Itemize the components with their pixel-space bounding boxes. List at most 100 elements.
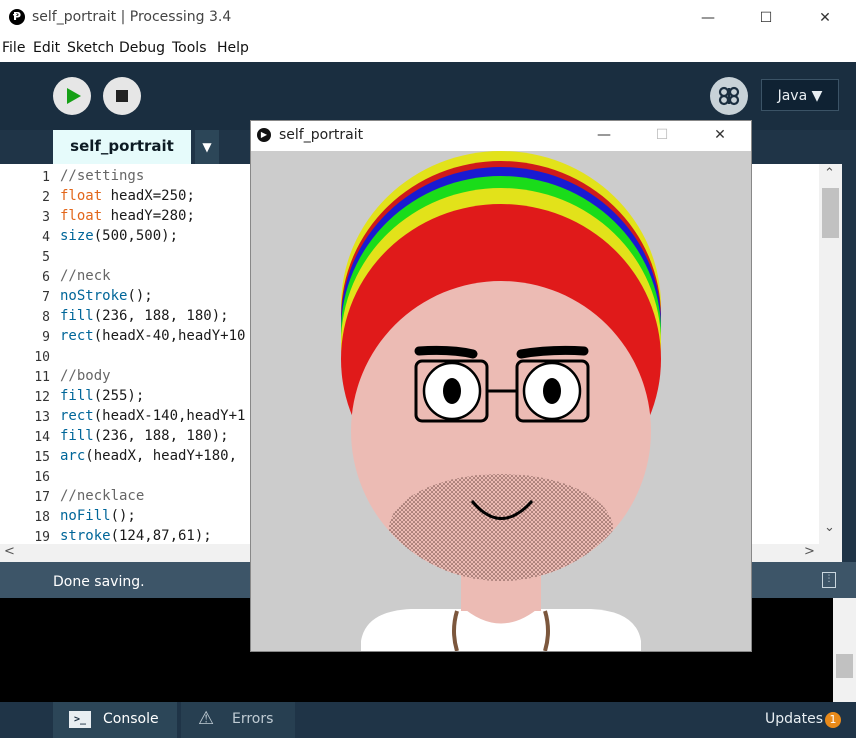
sketch-canvas[interactable]	[251, 151, 751, 651]
tab-self-portrait[interactable]: self_portrait	[53, 130, 191, 164]
code-token: //settings	[60, 168, 145, 184]
code-token: rect	[60, 328, 94, 344]
code-line[interactable]: //necklace	[60, 488, 144, 504]
line-number: 8	[42, 310, 50, 325]
code-token: arc	[60, 448, 86, 464]
code-token: (124,87,61);	[110, 528, 212, 544]
code-token: noFill	[60, 508, 111, 524]
line-number: 16	[34, 470, 50, 485]
code-token: (236, 188, 180);	[93, 428, 229, 444]
menu-sketch[interactable]: Sketch	[67, 40, 114, 56]
code-token: (500,500);	[93, 228, 179, 244]
line-number: 4	[42, 230, 50, 245]
line-number: 3	[42, 210, 50, 225]
code-line[interactable]: fill(236, 188, 180);	[60, 308, 229, 324]
line-number: 10	[34, 350, 50, 365]
code-line[interactable]: rect(headX-40,headY+10	[60, 328, 245, 344]
run-button[interactable]	[53, 77, 91, 115]
scroll-left-arrow[interactable]: <	[4, 544, 15, 559]
code-token: headX=250;	[102, 188, 195, 204]
maximize-button[interactable]: ☐	[737, 0, 795, 36]
editor-scroll-thumb[interactable]	[822, 188, 839, 238]
code-line[interactable]: noStroke();	[60, 288, 153, 304]
line-number: 9	[42, 330, 50, 345]
code-token: size	[60, 228, 94, 244]
clipboard-icon[interactable]: ⋮	[822, 572, 836, 588]
code-token: (255);	[93, 388, 145, 404]
line-number: 7	[42, 290, 50, 305]
code-line[interactable]: //body	[60, 368, 111, 384]
line-number-gutter: 1 2 3 4 5 6 7 8 9 10 11 12 13 14 15 16 17 18 19	[0, 164, 54, 545]
code-line[interactable]: rect(headX-140,headY+1	[60, 408, 245, 424]
butterfly-icon	[718, 86, 740, 106]
line-number: 15	[34, 450, 50, 465]
line-number: 2	[42, 190, 50, 205]
code-token: stroke	[60, 528, 111, 544]
terminal-icon: >_	[69, 711, 91, 728]
updates-link[interactable]: Updates	[765, 711, 823, 727]
scroll-down-arrow[interactable]: ⌄	[824, 520, 835, 535]
left-eyebrow	[414, 345, 478, 359]
sketch-play-icon: ▶	[257, 128, 271, 142]
code-token: rect	[60, 408, 94, 424]
tab-console[interactable]: >_ Console	[53, 702, 177, 738]
close-button[interactable]: ✕	[796, 0, 854, 36]
processing-logo-icon: Ᵽ	[9, 9, 25, 25]
stop-button[interactable]	[103, 77, 141, 115]
line-number: 12	[34, 390, 50, 405]
warning-icon: ⚠	[198, 708, 215, 729]
stop-icon	[116, 90, 128, 102]
menu-help[interactable]: Help	[217, 40, 249, 56]
line-number: 5	[42, 250, 50, 265]
code-line[interactable]: noFill();	[60, 508, 136, 524]
code-token: ();	[110, 508, 136, 524]
code-line[interactable]: float headX=250;	[60, 188, 195, 204]
sketch-close-button[interactable]: ✕	[692, 120, 748, 150]
scroll-right-arrow[interactable]: >	[804, 544, 815, 559]
code-line[interactable]: size(500,500);	[60, 228, 178, 244]
sketch-maximize-button[interactable]: ☐	[634, 120, 690, 150]
code-token: //necklace	[60, 488, 145, 504]
code-token: (headX-140,headY+1	[93, 408, 246, 424]
line-number: 17	[34, 490, 50, 505]
mode-selector[interactable]: Java ▼	[761, 79, 839, 111]
sketch-minimize-button[interactable]: —	[576, 120, 632, 150]
line-number: 19	[34, 530, 50, 545]
code-line[interactable]: fill(255);	[60, 388, 144, 404]
code-token: fill	[60, 428, 94, 444]
line-number: 6	[42, 270, 50, 285]
code-token: fill	[60, 388, 94, 404]
line-number: 11	[34, 370, 50, 385]
sketch-window-title: self_portrait	[279, 127, 364, 143]
line-number: 13	[34, 410, 50, 425]
debug-button[interactable]	[710, 77, 748, 115]
right-eyebrow	[516, 345, 589, 359]
console-label: Console	[103, 711, 159, 727]
line-number: 14	[34, 430, 50, 445]
menu-edit[interactable]: Edit	[33, 40, 60, 56]
code-token: float	[60, 188, 103, 204]
tab-errors[interactable]: ⚠ Errors	[181, 702, 295, 738]
line-number: 18	[34, 510, 50, 525]
code-token: (236, 188, 180);	[93, 308, 229, 324]
code-line[interactable]: float headY=280;	[60, 208, 195, 224]
code-line[interactable]: arc(headX, headY+180,	[60, 448, 245, 464]
code-token: ();	[127, 288, 153, 304]
code-line[interactable]: fill(236, 188, 180);	[60, 428, 229, 444]
tab-menu-button[interactable]: ▼	[195, 130, 219, 164]
scroll-up-arrow[interactable]: ⌃	[824, 166, 835, 181]
code-token: (headX-40,headY+10	[93, 328, 246, 344]
code-token: float	[60, 208, 103, 224]
console-scroll-thumb[interactable]	[836, 654, 853, 678]
menu-file[interactable]: File	[2, 40, 25, 56]
window-title: self_portrait | Processing 3.4	[32, 9, 232, 25]
menu-debug[interactable]: Debug	[119, 40, 165, 56]
play-icon	[67, 88, 81, 104]
code-line[interactable]: //neck	[60, 268, 111, 284]
updates-count-badge[interactable]: 1	[825, 712, 841, 728]
minimize-button[interactable]: —	[679, 0, 737, 36]
code-line[interactable]: //settings	[60, 168, 144, 184]
code-line[interactable]: stroke(124,87,61);	[60, 528, 212, 544]
console-scrollbar[interactable]	[833, 598, 856, 702]
menu-tools[interactable]: Tools	[172, 40, 207, 56]
